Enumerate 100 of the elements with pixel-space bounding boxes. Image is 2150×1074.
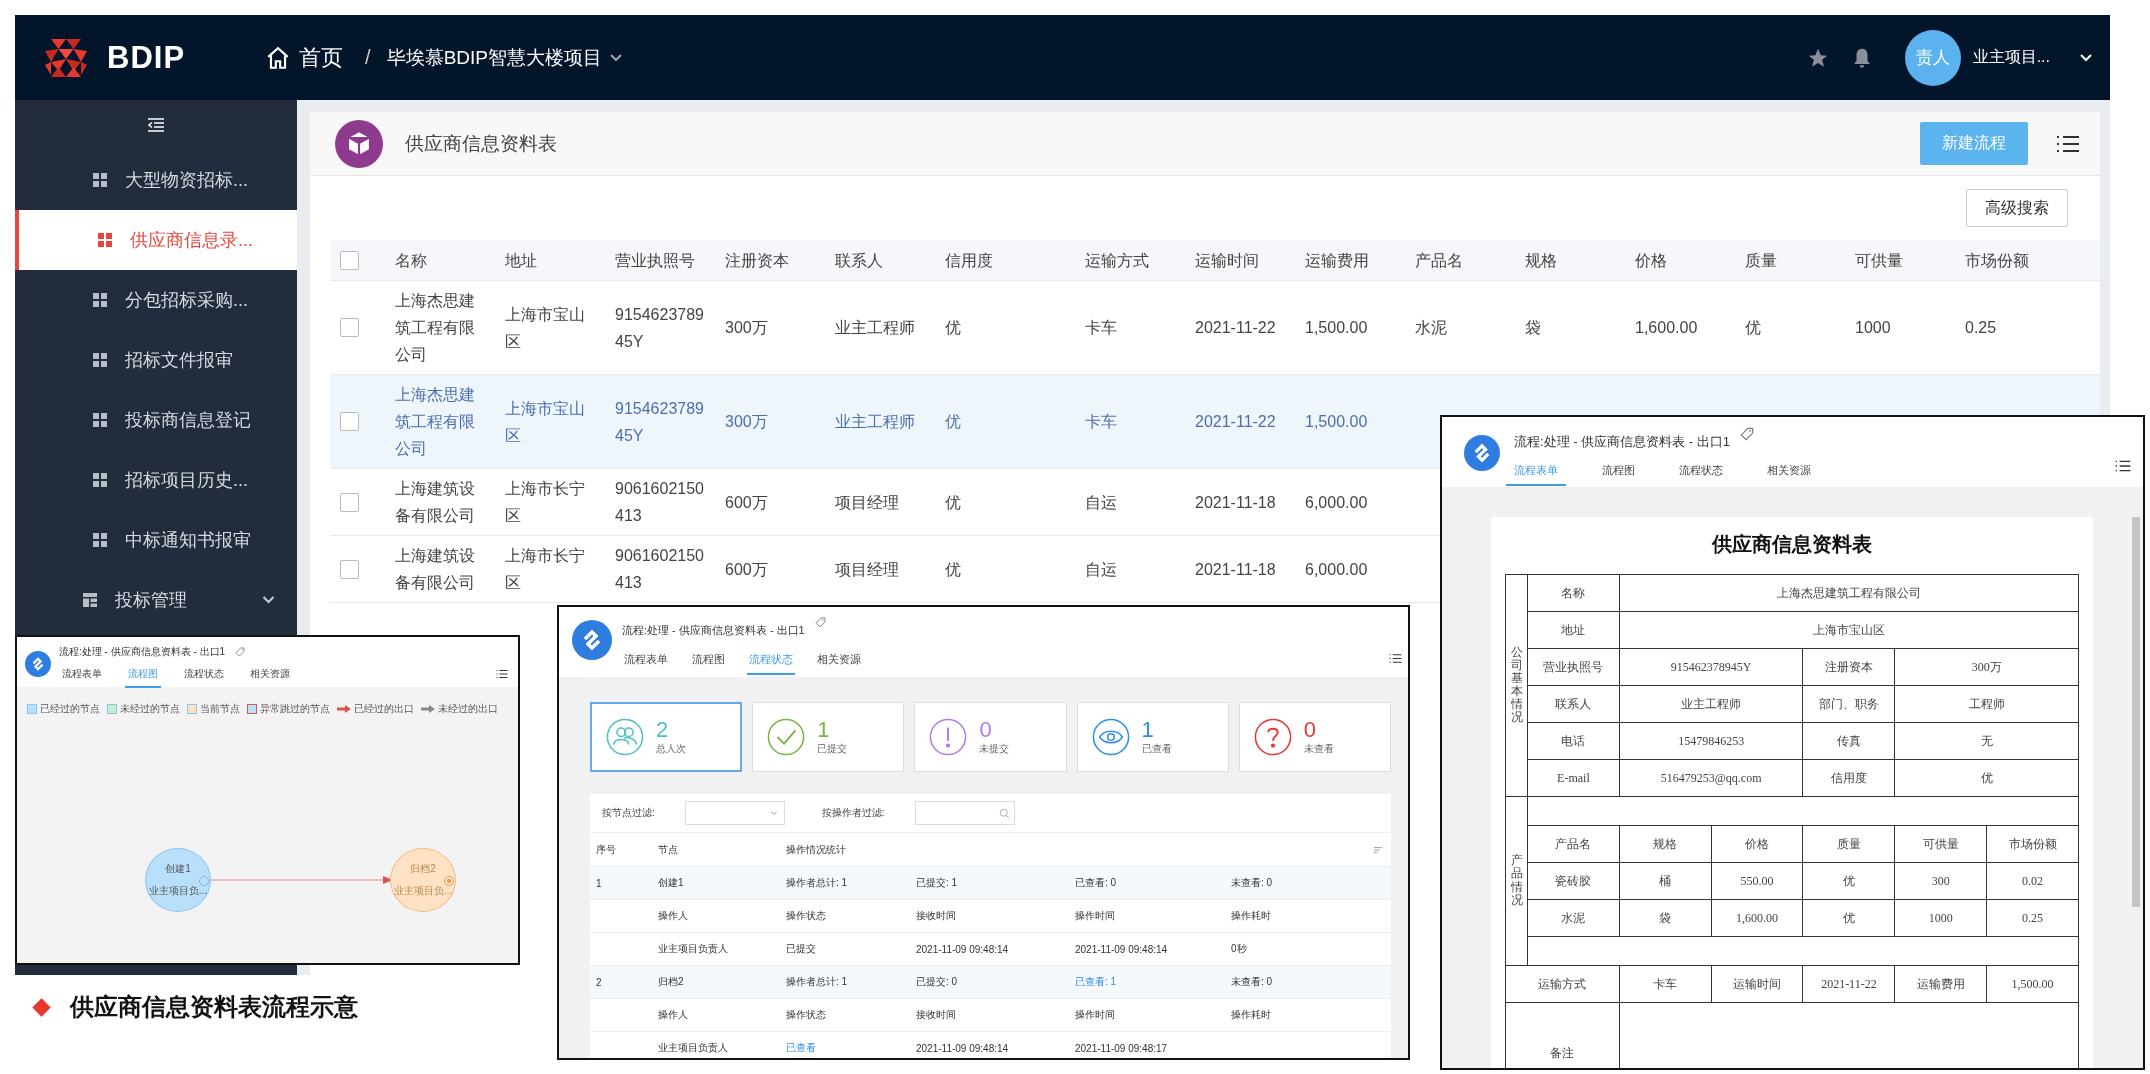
form-cell: 516479253@qq.com (1619, 759, 1803, 797)
column-header: 地址 (505, 251, 537, 269)
table-cell: 未查看: 0 (1231, 877, 1273, 888)
operator-search-field[interactable] (914, 801, 1015, 825)
form-cell: 1,500.00 (1986, 965, 2079, 1003)
stat-label: 未提交 (979, 742, 1010, 756)
stat-card[interactable]: 2 总人次 (590, 702, 743, 772)
table-cell: 915462378945Y (615, 305, 704, 350)
filter-label: 按操作者过滤: (821, 806, 885, 820)
project-dropdown[interactable]: 毕埃慕BDIP智慧大楼项目 (386, 44, 622, 71)
tag-icon[interactable] (235, 647, 246, 657)
form-cell: 优 (1803, 862, 1895, 900)
checkbox[interactable] (340, 559, 359, 579)
menu-collapse-icon[interactable] (146, 117, 166, 133)
tab[interactable]: 相关资源 (247, 667, 293, 688)
sidebar-item[interactable]: 投标管理 (15, 570, 297, 630)
tag-icon[interactable] (814, 617, 826, 628)
sidebar-item[interactable]: 招标项目历史... (15, 450, 297, 510)
form-cell: 1000 (1894, 899, 1987, 937)
table-cell: 操作状态 (786, 1009, 826, 1020)
flow-node[interactable]: 创建1 业主项目负... (145, 848, 211, 912)
stat-value: 1 (817, 718, 831, 742)
grid-icon (93, 533, 107, 547)
checkbox[interactable] (340, 492, 359, 512)
advanced-search-button[interactable]: 高级搜索 (1966, 189, 2068, 227)
list-icon[interactable] (2056, 133, 2080, 154)
table-cell: 上海市宝山区 (505, 399, 585, 444)
table-cell: 业主项目负责人 (658, 943, 728, 954)
table-cell: 2021-11-09 09:48:14 (916, 1042, 1009, 1054)
sort-icon[interactable] (1373, 845, 1383, 854)
sidebar-item[interactable]: 供应商信息录... (15, 210, 297, 270)
table-cell: 优 (1745, 319, 1761, 336)
checkbox[interactable] (340, 250, 359, 270)
stat-value: 0 (979, 718, 993, 742)
window-title: 流程:处理 - 供应商信息资料表 - 出口1 (1514, 433, 1730, 451)
table-cell: 已提交: 0 (916, 976, 958, 987)
table-cell: 1,500.00 (1305, 319, 1368, 336)
tab[interactable]: 流程图 (690, 652, 727, 675)
column-header: 节点 (658, 843, 678, 855)
table-cell: 2021-11-09 09:48:14 (1075, 943, 1168, 955)
form-cell: 无 (1894, 722, 2079, 760)
process-icon (572, 620, 612, 660)
form-cell: 工程师 (1894, 685, 2079, 723)
stat-card[interactable]: 1 已查看 (1076, 702, 1229, 772)
stat-card[interactable]: 1 已提交 (752, 702, 905, 772)
table-cell: 操作者总计: 1 (786, 976, 848, 987)
table-cell: 已查看: 1 (1075, 976, 1117, 987)
list-icon[interactable] (2115, 459, 2131, 473)
tab[interactable]: 相关资源 (815, 652, 863, 675)
table-icon (83, 593, 97, 607)
column-header: 市场份额 (1965, 251, 2029, 269)
list-icon[interactable] (496, 669, 508, 679)
scrollbar[interactable] (2132, 517, 2140, 907)
home-link[interactable]: 首页 (265, 42, 344, 73)
search-icon (998, 807, 1010, 819)
tab[interactable]: 流程状态 (181, 667, 227, 688)
table-cell: 优 (945, 560, 961, 578)
column-header: 产品名 (1415, 251, 1463, 269)
table-cell: 1000 (1855, 319, 1891, 336)
sidebar-item[interactable]: 投标商信息登记 (15, 390, 297, 450)
checkbox[interactable] (340, 412, 359, 431)
table-cell: 业主工程师 (835, 413, 915, 430)
table-cell: 已查看 (786, 1042, 816, 1053)
tag-icon[interactable] (1739, 427, 1754, 441)
form-cell: 营业执照号 (1527, 648, 1620, 686)
sidebar-item[interactable]: 大型物资招标... (15, 150, 297, 210)
form-cell: 300万 (1894, 648, 2079, 686)
table-cell: 项目经理 (835, 493, 899, 511)
caret-icon (2080, 53, 2092, 62)
column-header: 运输费用 (1305, 251, 1369, 269)
column-header: 名称 (395, 251, 427, 269)
form-cell: 1,600.00 (1711, 899, 1803, 937)
window-title: 流程:处理 - 供应商信息资料表 - 出口1 (59, 645, 226, 659)
table-cell: 卡车 (1085, 319, 1117, 336)
checkbox[interactable] (340, 318, 359, 337)
tab[interactable]: 流程表单 (59, 667, 105, 688)
node-select[interactable] (684, 801, 785, 825)
form-cell: 信用度 (1803, 759, 1895, 797)
stat-card[interactable]: 0 未提交 (914, 702, 1067, 772)
section-label: 公司基本情况 (1510, 645, 1523, 725)
sidebar-item[interactable]: 分包招标采购... (15, 270, 297, 330)
table-cell: 接收时间 (916, 1009, 956, 1020)
table-cell: 9061602150413 (615, 480, 704, 524)
tab[interactable]: 流程表单 (622, 652, 670, 675)
table-cell: 上海杰思建筑工程有限公司 (395, 292, 475, 363)
sidebar-item[interactable]: 招标文件报审 (15, 330, 297, 390)
legend-label: 已经过的节点 (40, 702, 100, 716)
list-icon[interactable] (1389, 653, 1402, 664)
stat-card[interactable]: 0 未查看 (1238, 702, 1391, 772)
user-menu[interactable]: 业主项目... (1968, 47, 2096, 68)
table-cell: 未查看: 0 (1231, 976, 1273, 987)
column-header: 注册资本 (725, 251, 789, 269)
form-cell: 可供量 (1894, 825, 1987, 863)
table-cell: 操作人 (658, 910, 688, 921)
table-cell: 自运 (1085, 560, 1117, 578)
table-cell: 创建1 (658, 877, 684, 888)
form-cell: 备注 (1505, 1002, 1620, 1068)
legend-label: 当前节点 (200, 702, 240, 716)
sidebar-item[interactable]: 中标通知书报审 (15, 510, 297, 570)
chevron-icon (262, 596, 275, 604)
